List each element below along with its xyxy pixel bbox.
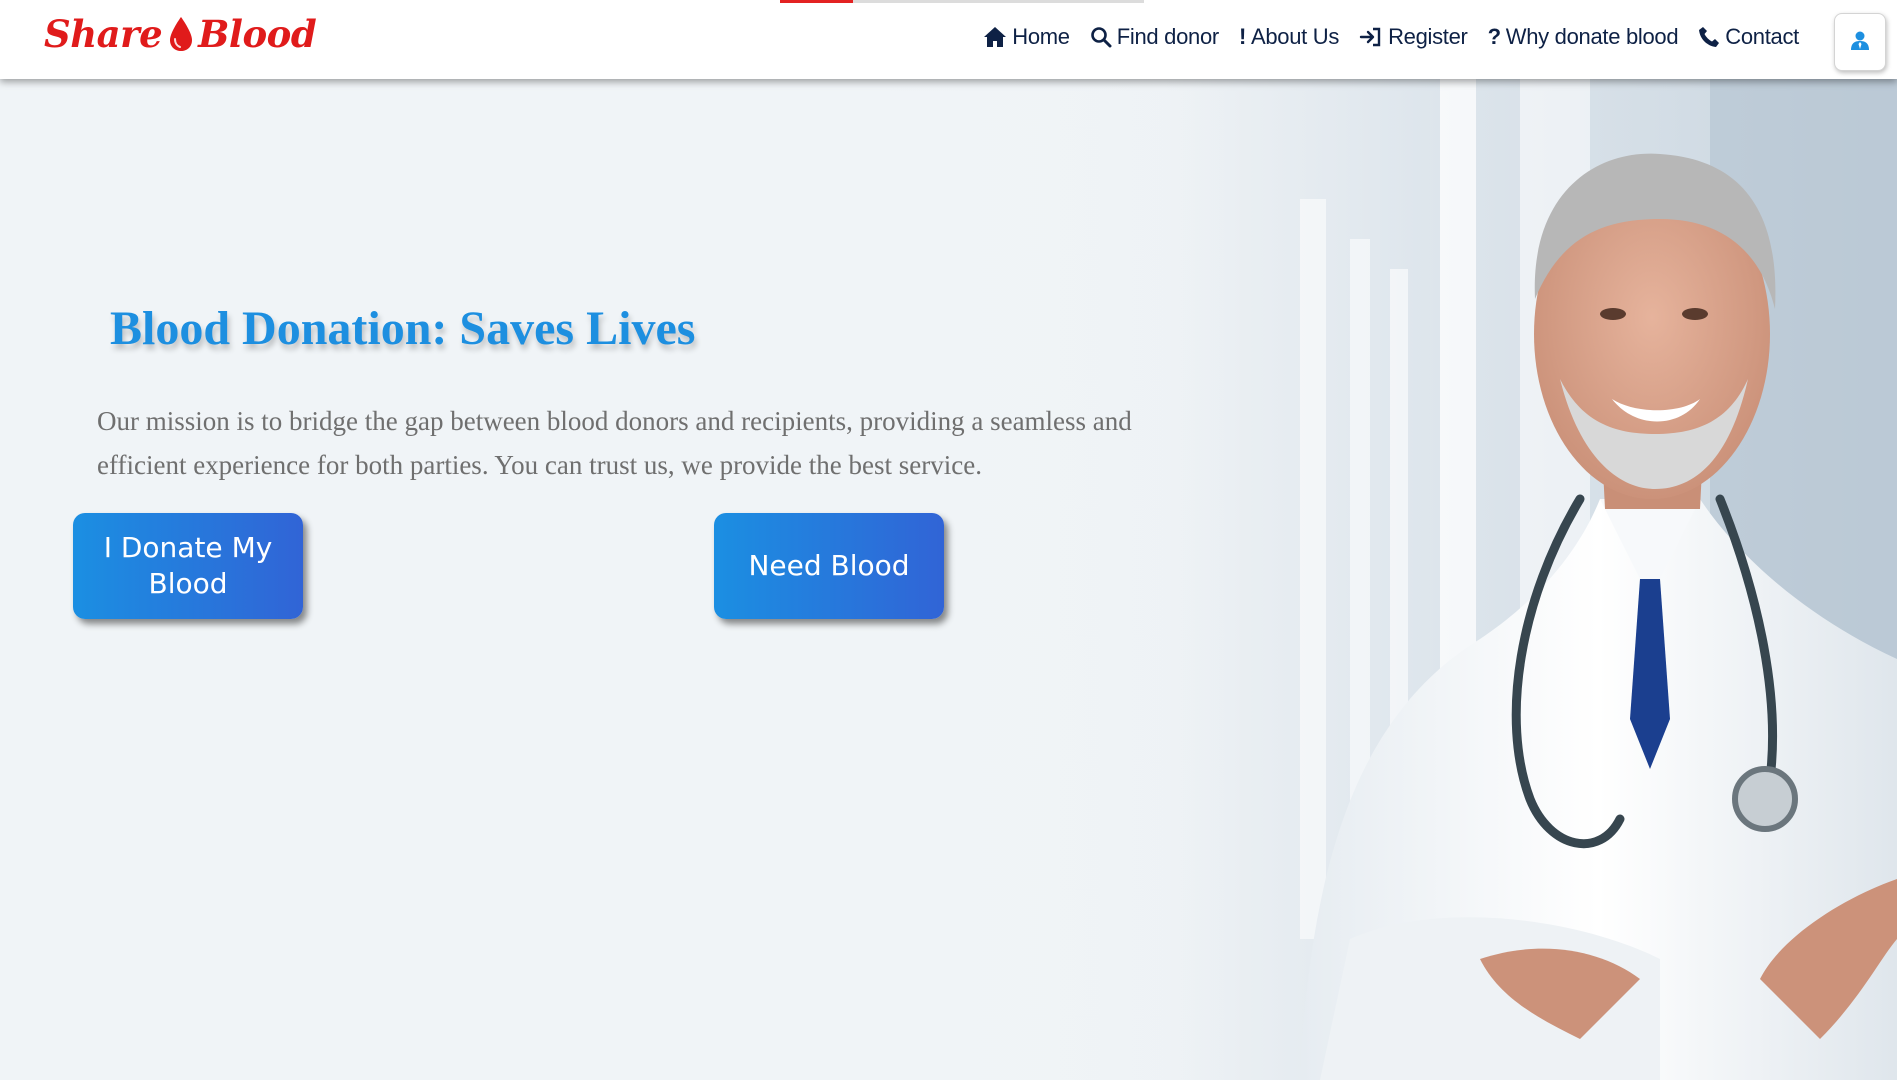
nav-item-label: Why donate blood — [1505, 24, 1679, 49]
need-blood-button[interactable]: Need Blood — [714, 513, 944, 619]
nav-item-label: Find donor — [1116, 24, 1219, 49]
nav-item-why-donate[interactable]: ? Why donate blood — [1488, 24, 1679, 50]
hero-title: Blood Donation: Saves Lives — [110, 302, 696, 355]
brand-logo-text-blood: Blood — [198, 12, 317, 56]
navbar: Share Blood Home Find donor ! About Us R… — [0, 0, 1897, 79]
brand-logo[interactable]: Share Blood — [44, 12, 317, 56]
nav-item-home[interactable]: Home — [983, 24, 1070, 50]
sign-in-icon — [1359, 26, 1383, 48]
nav-item-find-donor[interactable]: Find donor — [1090, 24, 1219, 50]
exclamation-icon: ! — [1238, 24, 1246, 49]
nav-item-label: Register — [1388, 24, 1468, 49]
search-icon — [1090, 26, 1112, 48]
main-nav: Home Find donor ! About Us Register ? Wh… — [983, 24, 1799, 50]
page-progress-bar — [780, 0, 1144, 3]
blood-drop-icon — [168, 15, 194, 53]
nav-item-label: Contact — [1725, 24, 1799, 49]
user-icon — [1850, 30, 1870, 55]
phone-icon — [1698, 26, 1720, 48]
user-account-button[interactable] — [1834, 13, 1886, 71]
nav-item-about-us[interactable]: ! About Us — [1239, 24, 1339, 50]
nav-item-contact[interactable]: Contact — [1698, 24, 1799, 50]
hero-description: Our mission is to bridge the gap between… — [97, 406, 1132, 480]
hero-section: Blood Donation: Saves Lives Our mission … — [0, 79, 1897, 1080]
donate-blood-button[interactable]: I Donate My Blood — [73, 513, 303, 619]
brand-logo-text-share: Share — [44, 12, 163, 56]
nav-item-label: About Us — [1250, 24, 1340, 49]
question-icon: ? — [1487, 24, 1501, 49]
nav-item-label: Home — [1012, 24, 1070, 49]
nav-item-register[interactable]: Register — [1359, 24, 1468, 50]
home-icon — [983, 26, 1007, 48]
hero-content: Blood Donation: Saves Lives Our mission … — [0, 79, 1200, 1080]
page-progress-fill — [780, 0, 853, 3]
